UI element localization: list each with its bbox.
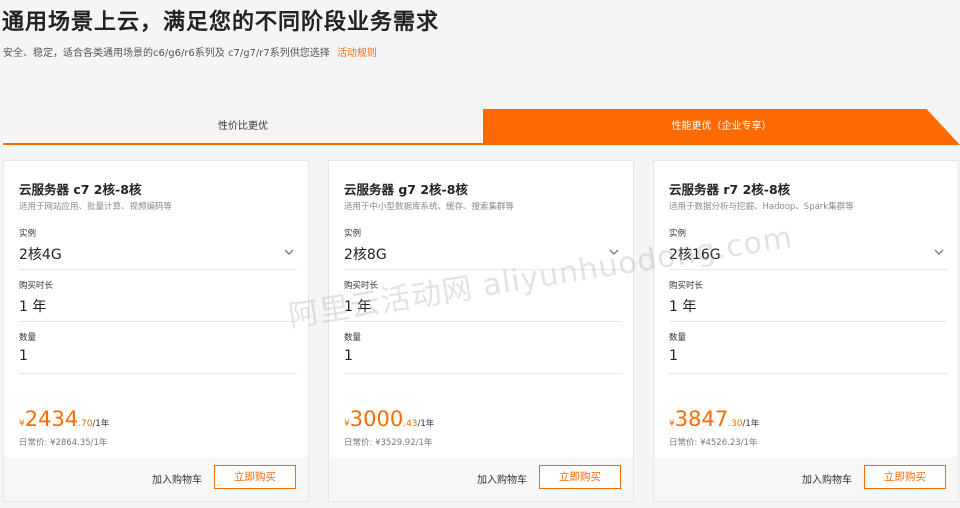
add-to-cart-button[interactable]: 加入购物车: [477, 471, 527, 486]
instance-label: 实例: [669, 229, 687, 239]
original-price: 日常价: ¥2864.35/1年: [19, 438, 108, 448]
buy-now-button[interactable]: 立即购买: [214, 465, 296, 489]
duration-value: 1 年: [669, 299, 697, 315]
price-integer: 3000: [349, 407, 404, 431]
page-title: 通用场景上云，满足您的不同阶段业务需求: [2, 10, 440, 35]
price: ¥3000.43/1年: [344, 407, 434, 431]
duration-select[interactable]: 1 年: [344, 296, 622, 322]
price-decimal: .70: [78, 419, 93, 429]
add-to-cart-button[interactable]: 加入购物车: [802, 471, 852, 486]
tab-value-better[interactable]: 性价比更优: [3, 109, 483, 145]
chevron-down-icon: [609, 249, 619, 255]
original-price: 日常价: ¥3529.92/1年: [344, 438, 433, 448]
duration-select[interactable]: 1 年: [19, 296, 297, 322]
instance-select[interactable]: 2核16G: [669, 244, 947, 270]
quantity-label: 数量: [19, 333, 37, 343]
price: ¥3847.30/1年: [669, 407, 759, 431]
duration-label: 购买时长: [19, 281, 54, 291]
product-description: 适用于中小型数据库系统、缓存、搜索集群等: [344, 202, 515, 212]
instance-label: 实例: [344, 229, 362, 239]
duration-label: 购买时长: [669, 281, 704, 291]
instance-label: 实例: [19, 229, 37, 239]
duration-value: 1 年: [344, 299, 372, 315]
instance-value: 2核16G: [669, 247, 721, 263]
original-price: 日常价: ¥4526.23/1年: [669, 438, 758, 448]
tab-bar: 性价比更优 性能更优（企业专享）: [3, 109, 960, 145]
activity-rules-link[interactable]: 活动规则: [337, 48, 377, 59]
quantity-label: 数量: [344, 333, 362, 343]
page-subtitle: 安全、稳定，适合各类通用场景的c6/g6/r6系列及 c7/g7/r7系列供您选…: [3, 44, 377, 59]
buy-now-button[interactable]: 立即购买: [539, 465, 621, 489]
add-to-cart-button[interactable]: 加入购物车: [152, 471, 202, 486]
price-unit: /1年: [92, 419, 110, 429]
card-footer: 加入购物车 立即购买: [654, 457, 958, 501]
price-unit: /1年: [417, 419, 435, 429]
buy-now-button[interactable]: 立即购买: [864, 465, 946, 489]
card-footer: 加入购物车 立即购买: [329, 457, 633, 501]
product-name: 云服务器 g7 2核-8核: [344, 182, 468, 197]
quantity-input[interactable]: 1: [19, 348, 297, 374]
quantity-value: 1: [344, 348, 353, 364]
product-description: 适用于数据分析与挖掘、Hadoop、Spark集群等: [669, 202, 854, 212]
subtitle-text: 安全、稳定，适合各类通用场景的c6/g6/r6系列及 c7/g7/r7系列供您选…: [3, 48, 330, 59]
instance-select[interactable]: 2核4G: [19, 244, 297, 270]
quantity-value: 1: [669, 348, 678, 364]
product-name: 云服务器 c7 2核-8核: [19, 182, 142, 197]
instance-select[interactable]: 2核8G: [344, 244, 622, 270]
quantity-input[interactable]: 1: [669, 348, 947, 374]
instance-value: 2核4G: [19, 247, 62, 263]
quantity-input[interactable]: 1: [344, 348, 622, 374]
price-decimal: .30: [728, 419, 743, 429]
page: 通用场景上云，满足您的不同阶段业务需求 安全、稳定，适合各类通用场景的c6/g6…: [0, 0, 960, 508]
duration-value: 1 年: [19, 299, 47, 315]
product-description: 适用于网站应用、批量计算、视频编码等: [19, 202, 173, 212]
instance-value: 2核8G: [344, 247, 387, 263]
quantity-label: 数量: [669, 333, 687, 343]
chevron-down-icon: [934, 249, 944, 255]
product-card-g7: 云服务器 g7 2核-8核 适用于中小型数据库系统、缓存、搜索集群等 实例 2核…: [328, 160, 634, 502]
price-integer: 3847: [674, 407, 729, 431]
duration-label: 购买时长: [344, 281, 379, 291]
product-card-r7: 云服务器 r7 2核-8核 适用于数据分析与挖掘、Hadoop、Spark集群等…: [653, 160, 959, 502]
tab-performance-better[interactable]: 性能更优（企业专享）: [483, 109, 960, 145]
price-decimal: .43: [403, 419, 418, 429]
card-footer: 加入购物车 立即购买: [4, 457, 308, 501]
quantity-value: 1: [19, 348, 28, 364]
product-card-c7: 云服务器 c7 2核-8核 适用于网站应用、批量计算、视频编码等 实例 2核4G…: [3, 160, 309, 502]
price-unit: /1年: [742, 419, 760, 429]
product-name: 云服务器 r7 2核-8核: [669, 182, 791, 197]
duration-select[interactable]: 1 年: [669, 296, 947, 322]
chevron-down-icon: [284, 249, 294, 255]
price: ¥2434.70/1年: [19, 407, 109, 431]
price-integer: 2434: [24, 407, 79, 431]
